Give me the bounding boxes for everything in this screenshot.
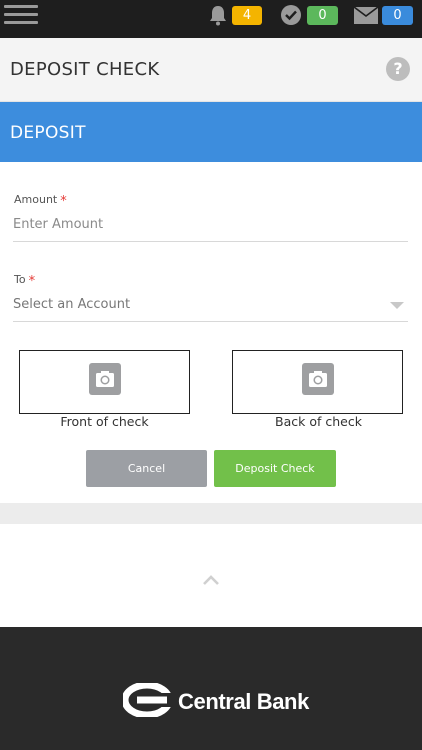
page-header: DEPOSIT CHECK ? [0, 38, 422, 102]
section-header: DEPOSIT [0, 102, 422, 162]
notifications-count-badge: 4 [232, 6, 262, 25]
messages-indicator[interactable]: 0 [354, 4, 414, 26]
hamburger-line [4, 21, 38, 24]
help-icon[interactable]: ? [386, 57, 410, 81]
amount-label: Amount * [14, 192, 67, 209]
amount-label-text: Amount [14, 193, 58, 206]
to-label: To * [14, 272, 36, 289]
central-bank-logo [123, 683, 173, 717]
back-of-check-label: Back of check [275, 414, 362, 429]
account-select-value: Select an Account [13, 297, 131, 312]
approvals-count-badge: 0 [307, 6, 338, 25]
account-select[interactable]: Select an Account [13, 290, 408, 322]
top-status-bar: 4 0 0 [0, 0, 422, 38]
hamburger-line [4, 13, 38, 16]
menu-hamburger-icon[interactable] [4, 4, 38, 26]
to-label-text: To [14, 273, 26, 286]
messages-count-badge: 0 [382, 6, 413, 25]
front-of-check-label: Front of check [60, 414, 149, 429]
section-divider [0, 503, 422, 524]
notifications-indicator[interactable]: 4 [207, 4, 263, 26]
amount-input[interactable] [13, 210, 408, 232]
brand-name: Central Bank [178, 689, 309, 714]
back-of-check-upload[interactable] [232, 350, 403, 414]
camera-icon [302, 363, 334, 395]
footer: Central Bank [0, 627, 422, 750]
cancel-button[interactable]: Cancel [86, 450, 207, 487]
checkmark-circle-icon [281, 5, 301, 25]
bell-icon [210, 6, 226, 26]
required-asterisk: * [28, 274, 36, 289]
page-title: DEPOSIT CHECK [10, 59, 160, 80]
required-asterisk: * [60, 194, 67, 209]
amount-field[interactable] [13, 210, 408, 242]
front-of-check-upload[interactable] [19, 350, 190, 414]
hamburger-line [4, 5, 38, 8]
section-title: DEPOSIT [10, 123, 86, 143]
chevron-up-icon[interactable] [202, 574, 220, 586]
camera-icon [89, 363, 121, 395]
envelope-icon [354, 7, 378, 24]
approvals-indicator[interactable]: 0 [280, 4, 340, 26]
deposit-check-button[interactable]: Deposit Check [214, 450, 336, 487]
dropdown-caret-icon [390, 302, 404, 309]
